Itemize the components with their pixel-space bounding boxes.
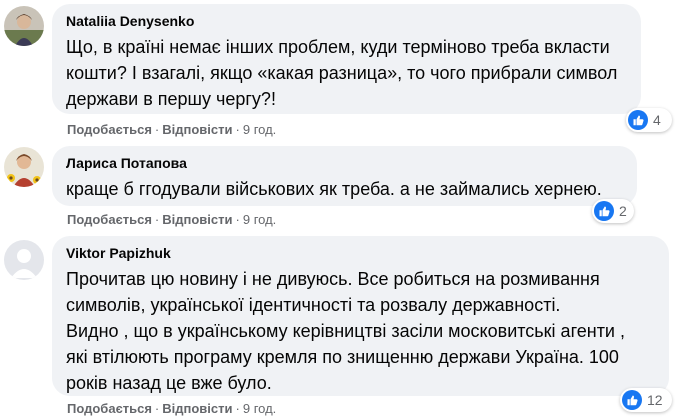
separator: · <box>235 401 240 416</box>
avatar[interactable] <box>4 240 44 280</box>
reaction-summary[interactable]: 12 <box>620 388 672 412</box>
separator: · <box>235 212 240 227</box>
avatar-photo-icon <box>4 147 44 187</box>
reaction-count: 12 <box>647 392 663 408</box>
comment-author[interactable]: Viktor Papizhuk <box>66 244 655 262</box>
reaction-count: 4 <box>653 112 661 128</box>
comment-text: краще б ггодували військових як треба. а… <box>66 179 602 199</box>
comment-timestamp[interactable]: 9 год. <box>243 122 276 137</box>
reaction-summary[interactable]: 2 <box>592 199 634 223</box>
comment-bubble: Nataliia Denysenko Що, в країні немає ін… <box>52 4 641 114</box>
comment-actions: Подобається · Відповісти · 9 год. <box>67 401 276 417</box>
comment-actions: Подобається · Відповісти · 9 год. <box>67 212 276 228</box>
avatar-photo-icon <box>4 6 44 46</box>
reply-button[interactable]: Відповісти <box>162 212 232 227</box>
comment-author[interactable]: Nataliia Denysenko <box>66 12 627 30</box>
like-reaction-icon <box>594 201 614 221</box>
reaction-summary[interactable]: 4 <box>626 108 672 132</box>
separator: · <box>154 401 160 416</box>
like-reaction-icon <box>622 390 642 410</box>
default-avatar-icon <box>4 240 44 280</box>
reply-button[interactable]: Відповісти <box>162 401 232 416</box>
like-button[interactable]: Подобається <box>67 401 152 416</box>
comment-bubble: Лариса Потапова краще б ггодували військ… <box>52 146 637 206</box>
reply-button[interactable]: Відповісти <box>162 122 232 137</box>
comment-timestamp[interactable]: 9 год. <box>243 401 276 416</box>
comment-actions: Подобається · Відповісти · 9 год. <box>67 122 276 138</box>
separator: · <box>154 212 160 227</box>
like-reaction-icon <box>628 110 648 130</box>
like-button[interactable]: Подобається <box>67 122 152 137</box>
separator: · <box>154 122 160 137</box>
comment-bubble: Viktor Papizhuk Прочитав цю новину і не … <box>52 236 669 396</box>
reaction-count: 2 <box>619 203 627 219</box>
comment-text: Прочитав цю новину і не дивуюсь. Все роб… <box>66 269 625 393</box>
comment-text: Що, в країні немає інших проблем, куди т… <box>66 37 618 109</box>
separator: · <box>235 122 240 137</box>
avatar[interactable] <box>4 6 44 46</box>
like-button[interactable]: Подобається <box>67 212 152 227</box>
comment-author[interactable]: Лариса Потапова <box>66 154 623 172</box>
avatar[interactable] <box>4 147 44 187</box>
comment-timestamp[interactable]: 9 год. <box>243 212 276 227</box>
